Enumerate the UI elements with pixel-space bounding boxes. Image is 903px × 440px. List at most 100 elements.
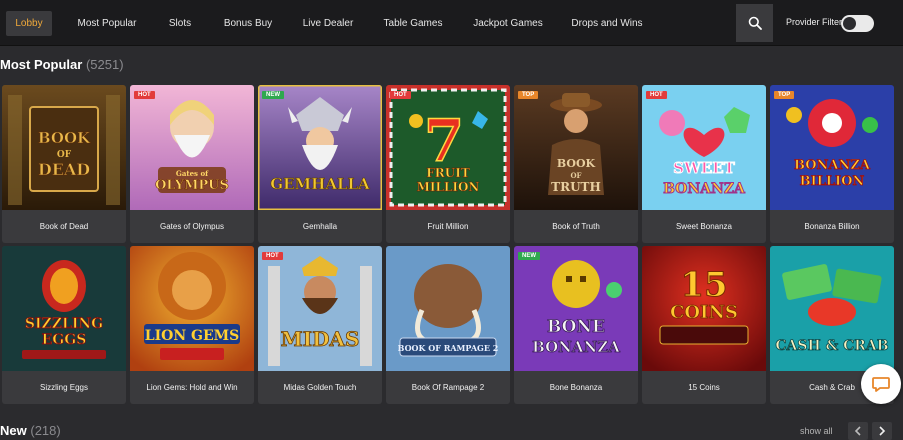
game-title: Gates of Olympus — [159, 222, 225, 231]
game-title: Fruit Million — [427, 222, 469, 231]
game-title: Bonanza Billion — [804, 222, 860, 231]
game-card-book-of-truth[interactable]: BOOK OF TRUTH TOP Book of Truth — [514, 85, 638, 243]
svg-text:TRUTH: TRUTH — [551, 180, 601, 194]
game-thumbnail: BONANZA BILLION — [770, 85, 894, 210]
svg-text:GEMHALLA: GEMHALLA — [270, 175, 370, 193]
game-card-sizzling-eggs[interactable]: SIZZLING EGGS Sizzling Eggs — [2, 246, 126, 404]
game-card-midas-golden-touch[interactable]: MIDAS HOT Midas Golden Touch — [258, 246, 382, 404]
prev-button[interactable] — [848, 422, 868, 440]
game-card-book-of-rampage-2[interactable]: BOOK OF RAMPAGE 2 Book Of Rampage 2 — [386, 246, 510, 404]
svg-text:MIDAS: MIDAS — [281, 327, 360, 351]
new-badge: NEW — [518, 252, 540, 260]
top-badge: TOP — [774, 91, 795, 99]
hot-badge: HOT — [134, 91, 155, 99]
game-title: Gemhalla — [302, 222, 338, 231]
svg-text:BOOK: BOOK — [38, 129, 91, 147]
svg-text:Gates of: Gates of — [176, 169, 209, 178]
svg-text:LION GEMS: LION GEMS — [145, 328, 240, 344]
section-title: Most Popular — [0, 57, 83, 72]
search-button[interactable] — [736, 4, 773, 42]
section-count: (5251) — [85, 57, 124, 72]
game-card-sweet-bonanza[interactable]: SWEET BONANZA HOT Sweet Bonanza — [642, 85, 766, 243]
game-card-15-coins[interactable]: 15 COINS 15 Coins — [642, 246, 766, 404]
svg-text:MILLION: MILLION — [417, 180, 480, 194]
nav-tab-table-games[interactable]: Table Games — [378, 11, 448, 36]
svg-text:BOOK OF RAMPAGE 2: BOOK OF RAMPAGE 2 — [398, 343, 499, 353]
svg-text:OLYMPUS: OLYMPUS — [155, 178, 229, 193]
game-title: Sweet Bonanza — [675, 222, 733, 231]
svg-text:7: 7 — [424, 107, 464, 175]
game-thumbnail: LION GEMS — [130, 246, 254, 371]
svg-text:SIZZLING: SIZZLING — [25, 316, 103, 332]
svg-text:SWEET: SWEET — [673, 159, 736, 177]
search-icon — [748, 16, 762, 30]
svg-text:BONANZA: BONANZA — [794, 158, 871, 173]
chat-icon — [872, 377, 890, 392]
game-card-gemhalla[interactable]: GEMHALLA NEW Gemhalla — [258, 85, 382, 243]
show-all-link[interactable]: show all — [800, 426, 833, 436]
game-title: Sizzling Eggs — [39, 383, 89, 392]
game-thumbnail: BOOK OF RAMPAGE 2 — [386, 246, 510, 371]
new-badge: NEW — [262, 91, 284, 99]
game-card-bonanza-billion[interactable]: BONANZA BILLION TOP Bonanza Billion — [770, 85, 894, 243]
toggle-knob — [843, 17, 856, 30]
svg-text:OF: OF — [570, 171, 581, 180]
game-thumbnail: BONE BONANZA — [514, 246, 638, 371]
game-thumbnail: BOOK OF DEAD — [2, 85, 126, 210]
nav-tab-live-dealer[interactable]: Live Dealer — [298, 11, 358, 36]
chevron-left-icon — [854, 426, 861, 436]
game-title: Book Of Rampage 2 — [411, 383, 485, 392]
game-thumbnail: GEMHALLA — [258, 85, 382, 210]
nav-tab-lobby[interactable]: Lobby — [6, 11, 52, 36]
hot-badge: HOT — [390, 91, 411, 99]
game-title: Midas Golden Touch — [283, 383, 357, 392]
nav-tab-jackpot-games[interactable]: Jackpot Games — [468, 11, 548, 36]
game-thumbnail: 15 COINS — [642, 246, 766, 371]
svg-text:FRUIT: FRUIT — [426, 166, 470, 180]
game-card-bone-bonanza[interactable]: BONE BONANZA NEW Bone Bonanza — [514, 246, 638, 404]
game-title: Lion Gems: Hold and Win — [146, 383, 238, 392]
svg-text:BONE: BONE — [547, 317, 605, 337]
game-thumbnail: Gates of OLYMPUS — [130, 85, 254, 210]
game-title: Book of Dead — [39, 222, 89, 231]
nav-tab-drops-and-wins[interactable]: Drops and Wins — [566, 11, 648, 36]
section-count: (218) — [30, 423, 61, 438]
game-title: Bone Bonanza — [549, 383, 603, 392]
svg-text:BONANZA: BONANZA — [532, 338, 620, 356]
svg-text:BILLION: BILLION — [800, 174, 865, 189]
svg-text:15: 15 — [680, 265, 727, 305]
section-title: New — [0, 423, 27, 438]
game-title: Book of Truth — [552, 222, 600, 231]
game-card-fruit-million[interactable]: 7 FRUIT MILLION HOT Fruit Million — [386, 85, 510, 243]
game-thumbnail: MIDAS — [258, 246, 382, 371]
chevron-right-icon — [879, 426, 886, 436]
most-popular-heading: Most Popular (5251) — [0, 57, 124, 72]
game-card-lion-gems[interactable]: LION GEMS Lion Gems: Hold and Win — [130, 246, 254, 404]
game-thumbnail: SWEET BONANZA — [642, 85, 766, 210]
svg-text:BOOK: BOOK — [557, 157, 596, 170]
svg-text:BONANZA: BONANZA — [663, 181, 746, 197]
provider-filter-label: Provider Filter — [786, 17, 843, 27]
chat-button[interactable] — [861, 364, 901, 404]
svg-text:OF: OF — [57, 150, 72, 160]
provider-filter-toggle[interactable] — [841, 15, 874, 32]
game-title: 15 Coins — [688, 383, 720, 392]
game-thumbnail: CASH & CRAB — [770, 246, 894, 371]
top-badge: TOP — [518, 91, 539, 99]
svg-text:DEAD: DEAD — [38, 160, 90, 179]
game-card-gates-of-olympus[interactable]: Gates of OLYMPUS HOT Gates of Olympus — [130, 85, 254, 243]
nav-tab-bonus-buy[interactable]: Bonus Buy — [218, 11, 278, 36]
top-nav: Lobby Most Popular Slots Bonus Buy Live … — [0, 0, 903, 46]
svg-text:COINS: COINS — [670, 302, 738, 323]
nav-tab-slots[interactable]: Slots — [162, 11, 198, 36]
game-card-book-of-dead[interactable]: BOOK OF DEAD Book of Dead — [2, 85, 126, 243]
game-thumbnail: SIZZLING EGGS — [2, 246, 126, 371]
game-thumbnail: 7 FRUIT MILLION — [386, 85, 510, 210]
hot-badge: HOT — [262, 252, 283, 260]
new-heading: New (218) — [0, 423, 61, 438]
game-thumbnail: BOOK OF TRUTH — [514, 85, 638, 210]
nav-tab-most-popular[interactable]: Most Popular — [72, 11, 142, 36]
hot-badge: HOT — [646, 91, 667, 99]
next-button[interactable] — [872, 422, 892, 440]
svg-text:CASH & CRAB: CASH & CRAB — [775, 338, 888, 354]
